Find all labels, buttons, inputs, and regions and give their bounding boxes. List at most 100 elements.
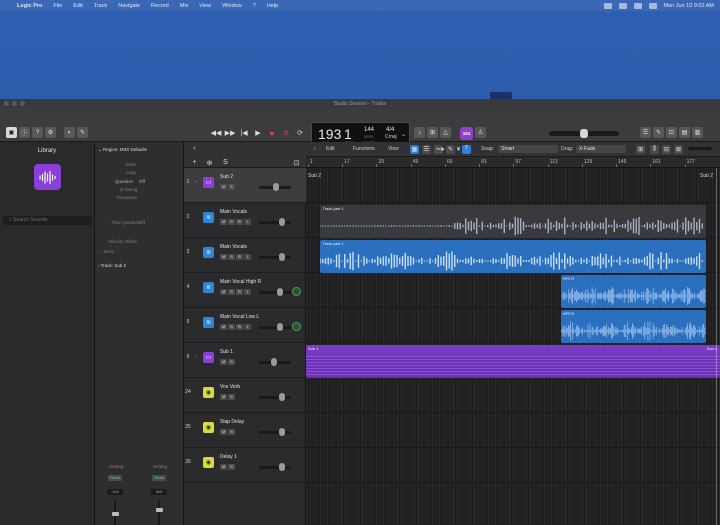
mute-button[interactable]: M xyxy=(220,429,227,435)
track-header-row[interactable]: 3 ≋ Main Vocals M S R I xyxy=(184,238,306,273)
track-volume-slider[interactable] xyxy=(259,288,291,296)
cycle-button[interactable]: ⟳ xyxy=(294,126,306,139)
toolbar-toggle-button[interactable]: ⚙ xyxy=(45,127,56,138)
strip-right-fader-cap[interactable] xyxy=(156,508,163,512)
menu-window[interactable]: Window xyxy=(222,3,242,9)
notepad-button[interactable]: ✎ xyxy=(653,127,664,138)
record-enable-button[interactable]: R xyxy=(236,324,243,330)
track-name[interactable]: Main Vocals xyxy=(220,244,247,250)
global-tracks-icon[interactable]: ⊡ xyxy=(292,158,301,167)
zoom-slider[interactable] xyxy=(688,147,712,150)
track-lane[interactable]: Sub 1 Sub 1 xyxy=(306,343,720,378)
inspector-toggle-button[interactable]: ⓘ xyxy=(19,127,30,138)
menu-mix[interactable]: Mix xyxy=(180,3,189,9)
track-header-row[interactable]: 26 ◉ Delay 1 MS xyxy=(184,448,306,483)
user-icon[interactable]: ♙ xyxy=(475,127,486,138)
menu-navigate[interactable]: Navigate xyxy=(118,3,140,9)
track-name[interactable]: Sub 2 xyxy=(220,174,233,180)
master-volume-knob[interactable] xyxy=(580,129,588,138)
region-header[interactable]: ⌄ Region: MIDI Defaults xyxy=(98,147,147,153)
track-volume-slider[interactable] xyxy=(259,463,291,471)
track-volume-knob[interactable] xyxy=(279,393,286,401)
track-volume-knob[interactable] xyxy=(277,323,284,331)
track-name[interactable]: Main Vocal Low L xyxy=(220,314,259,320)
track-lane[interactable] xyxy=(306,413,720,448)
pointer-tool-icon[interactable]: ➤ xyxy=(438,145,447,154)
track-name[interactable]: Main Vocals xyxy=(220,209,247,215)
track-volume-slider[interactable] xyxy=(259,428,291,436)
record-enable-button[interactable]: R xyxy=(236,219,243,225)
solo-button[interactable]: S xyxy=(228,219,235,225)
track-header-row[interactable]: 25 ◉ Slap Delay M S xyxy=(184,413,306,448)
functions-menu[interactable]: Functions xyxy=(353,146,375,152)
track-name[interactable]: Main Vocal High R xyxy=(220,279,261,285)
status-icon[interactable] xyxy=(603,2,612,9)
strip-left-setting[interactable]: Setting xyxy=(109,464,123,469)
solo-button[interactable]: S xyxy=(228,324,235,330)
track-header-row[interactable]: 24 ◉ Vox Verb M S xyxy=(184,378,306,413)
track-volume-slider[interactable] xyxy=(259,323,291,331)
track-lane[interactable]: Track part 1 xyxy=(306,203,720,238)
master-volume-slider[interactable] xyxy=(549,129,619,138)
strip-right-setting[interactable]: Setting xyxy=(153,464,167,469)
vertical-zoom-icon[interactable]: ⫼ xyxy=(650,145,659,154)
track-name[interactable]: Slap Delay xyxy=(220,419,244,425)
mute-button[interactable]: M xyxy=(220,289,227,295)
browser-button[interactable]: ▤ xyxy=(679,127,690,138)
record-enable-button[interactable]: R xyxy=(236,254,243,260)
metronome-button[interactable]: △ xyxy=(440,127,451,138)
solo-button[interactable]: S xyxy=(228,394,235,400)
avatar[interactable]: 104 xyxy=(460,127,473,140)
track-volume-knob[interactable] xyxy=(279,218,286,226)
track-volume-knob[interactable] xyxy=(279,428,286,436)
menu-view[interactable]: View xyxy=(199,3,211,9)
mute-button[interactable]: M xyxy=(220,219,227,225)
input-monitor-button[interactable]: I xyxy=(244,254,251,260)
record-enable-button[interactable]: R xyxy=(236,289,243,295)
track-volume-knob[interactable] xyxy=(270,358,277,366)
input-monitor-button[interactable]: I xyxy=(244,289,251,295)
pan-knob[interactable] xyxy=(292,322,301,331)
menu-help[interactable]: Help xyxy=(267,3,278,9)
track-header[interactable]: › Track: Sub 2 xyxy=(98,263,126,268)
strip-left-value[interactable]: -1.0 xyxy=(107,489,123,495)
back-icon[interactable]: ‹ xyxy=(190,144,199,153)
add-track-icon[interactable]: + xyxy=(190,158,199,167)
track-name[interactable]: Delay 1 xyxy=(220,454,237,460)
mute-button[interactable]: M xyxy=(220,184,227,190)
library-toggle-button[interactable]: ▣ xyxy=(6,127,17,138)
play-button[interactable]: ▶ xyxy=(252,126,264,139)
arrange-back-icon[interactable]: ‹ xyxy=(314,146,316,152)
solo-button[interactable]: S xyxy=(228,429,235,435)
more-disclosure[interactable]: › More xyxy=(101,249,114,254)
strip-right-value[interactable]: 0.0 xyxy=(151,489,167,495)
record-button[interactable]: ● xyxy=(266,126,278,139)
mute-button[interactable]: M xyxy=(220,394,227,400)
minimize-window-icon[interactable] xyxy=(12,101,17,106)
solo-button[interactable]: S xyxy=(228,289,235,295)
track-volume-knob[interactable] xyxy=(273,183,280,191)
mute-button[interactable]: M xyxy=(220,359,227,365)
horizontal-zoom-icon[interactable]: ⊟ xyxy=(662,145,671,154)
wifi-icon[interactable] xyxy=(633,2,642,9)
forward-button[interactable]: ▶▶ xyxy=(224,126,236,139)
media-button[interactable]: ▥ xyxy=(692,127,703,138)
pan-knob[interactable] xyxy=(292,287,301,296)
menu-record[interactable]: Record xyxy=(151,3,169,9)
app-menu[interactable]: Logic Pro xyxy=(17,3,42,9)
track-header-row[interactable]: 2 ≋ Main Vocals M S R I xyxy=(184,203,306,238)
track-volume-slider[interactable] xyxy=(259,183,291,191)
menu-file[interactable]: File xyxy=(53,3,62,9)
solo-button[interactable]: S xyxy=(228,464,235,470)
disclosure-triangle-icon[interactable]: › xyxy=(195,179,197,185)
strip-right-read[interactable]: Read xyxy=(152,475,166,481)
strip-left-fader-cap[interactable] xyxy=(112,512,119,516)
audio-region[interactable]: HPF.R xyxy=(560,275,706,308)
library-search-input[interactable]: ⌕ Search Sounds xyxy=(3,216,92,225)
playhead[interactable] xyxy=(716,168,717,525)
grid-view-icon[interactable]: ▦ xyxy=(410,145,419,154)
quick-help-button[interactable]: ? xyxy=(32,127,43,138)
track-header-row[interactable]: 1 › ▭ Sub 2 MS xyxy=(184,168,306,203)
smart-controls-button[interactable]: ◐ xyxy=(64,127,75,138)
mixer-button[interactable]: ✎ xyxy=(77,127,88,138)
